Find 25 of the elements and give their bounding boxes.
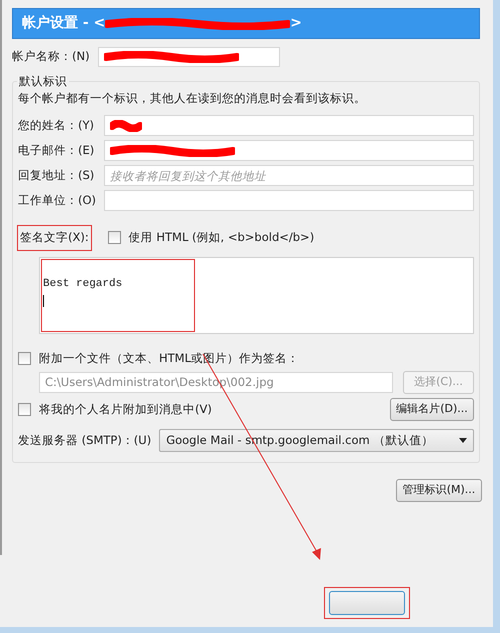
signature-field[interactable]: Best regards <box>39 256 474 334</box>
text-field[interactable] <box>104 190 474 212</box>
field-label: 电子邮件：(E) <box>18 142 96 160</box>
manage-identities-button[interactable]: 管理标识(M)... <box>396 478 482 502</box>
checkbox[interactable] <box>108 231 121 244</box>
field-label: 发送服务器 (SMTP)：(U) <box>18 432 152 449</box>
checkbox-label: 使用 HTML (例如, <b>bold</b>) <box>128 229 314 246</box>
window-title: 帐户设置 - < <box>22 14 106 33</box>
account-name-field[interactable] <box>98 47 280 67</box>
description-text: 每个帐户都有一个标识，其他人在读到您的消息时会看到该标识。 <box>18 90 367 107</box>
field-label: 签名文字(X): <box>20 230 89 244</box>
checkbox-label: 将我的个人名片附加到消息中(V) <box>39 400 212 418</box>
text-field[interactable] <box>104 115 474 136</box>
field-label: 工作单位：(O) <box>18 192 98 210</box>
field-label: 帐户名称：(N) <box>12 48 90 66</box>
field-label: 您的姓名：(Y) <box>18 117 95 134</box>
signature-text: Best regards <box>43 278 122 290</box>
checkbox[interactable] <box>18 402 31 416</box>
window-title: > <box>290 14 302 33</box>
text-field[interactable] <box>104 140 474 162</box>
field-label: 回复地址：(S) <box>18 167 96 184</box>
edit-card-button[interactable]: 编辑名片(D)... <box>390 398 474 421</box>
dialog-button[interactable] <box>329 591 405 615</box>
text-caret <box>43 295 44 307</box>
dropdown-arrow-icon <box>459 438 467 443</box>
